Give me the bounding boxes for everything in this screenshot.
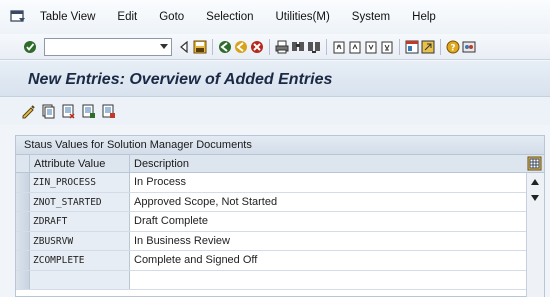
vertical-scrollbar[interactable] bbox=[526, 173, 544, 297]
description-cell[interactable]: Draft Complete bbox=[130, 212, 526, 231]
row-selector[interactable] bbox=[16, 192, 30, 211]
copy-as-icon[interactable] bbox=[40, 103, 56, 119]
cancel-icon[interactable] bbox=[249, 39, 265, 55]
svg-text:?: ? bbox=[450, 43, 455, 53]
attribute-value-cell[interactable] bbox=[30, 270, 130, 289]
table-area: Staus Values for Solution Manager Docume… bbox=[0, 125, 550, 297]
standard-toolbar: ? bbox=[0, 34, 550, 60]
column-header-description[interactable]: Description bbox=[130, 155, 526, 173]
help-icon[interactable]: ? bbox=[445, 39, 461, 55]
description-cell[interactable]: In Process bbox=[130, 173, 526, 192]
description-cell[interactable]: Approved Scope, Not Started bbox=[130, 193, 526, 212]
table-row: ZBUSRVW In Business Review bbox=[16, 231, 526, 251]
attribute-value-cell[interactable]: ZCOMPLETE bbox=[30, 251, 130, 270]
scroll-up-arrow-icon[interactable] bbox=[531, 179, 539, 185]
save-icon[interactable] bbox=[192, 39, 208, 55]
attribute-value-cell[interactable]: ZDRAFT bbox=[30, 212, 130, 231]
menu-goto[interactable]: Goto bbox=[159, 11, 184, 23]
toolbar-separator bbox=[399, 38, 400, 55]
chevron-down-icon[interactable] bbox=[160, 43, 168, 49]
first-page-icon[interactable] bbox=[331, 39, 347, 55]
table-control: Staus Values for Solution Manager Docume… bbox=[15, 135, 545, 297]
menu-help[interactable]: Help bbox=[412, 11, 436, 23]
table-row: ZIN_PROCESS In Process bbox=[16, 173, 526, 193]
description-cell[interactable] bbox=[130, 271, 526, 290]
enter-check-icon[interactable] bbox=[22, 39, 38, 55]
title-area: New Entries: Overview of Added Entries bbox=[0, 61, 550, 97]
table-row: ZNOT_STARTED Approved Scope, Not Started bbox=[16, 192, 526, 212]
application-toolbar bbox=[0, 97, 550, 125]
menu-bar: Table View Edit Goto Selection Utilities… bbox=[0, 0, 550, 34]
sap-menu-icon[interactable] bbox=[10, 10, 26, 24]
toolbar-separator bbox=[326, 38, 327, 55]
table-row: ZCOMPLETE Complete and Signed Off bbox=[16, 251, 526, 271]
menu-edit[interactable]: Edit bbox=[117, 11, 137, 23]
menu-table-view[interactable]: Table View bbox=[40, 11, 95, 23]
scroll-down-arrow-icon[interactable] bbox=[531, 195, 539, 201]
toolbar-separator bbox=[212, 38, 213, 55]
row-selector[interactable] bbox=[16, 251, 30, 270]
table-settings-icon[interactable] bbox=[527, 156, 542, 171]
find-next-icon[interactable] bbox=[306, 39, 322, 55]
command-field[interactable] bbox=[44, 37, 172, 56]
select-all-icon[interactable] bbox=[100, 103, 116, 119]
description-cell[interactable]: Complete and Signed Off bbox=[130, 251, 526, 270]
menu-system[interactable]: System bbox=[352, 11, 390, 23]
table-header: Attribute Value Description bbox=[16, 155, 544, 173]
find-icon[interactable] bbox=[290, 39, 306, 55]
table-row: ZDRAFT Draft Complete bbox=[16, 212, 526, 232]
attribute-value-cell[interactable]: ZIN_PROCESS bbox=[30, 173, 130, 192]
description-cell[interactable]: In Business Review bbox=[130, 232, 526, 251]
attribute-value-cell[interactable]: ZNOT_STARTED bbox=[30, 192, 130, 211]
page-title: New Entries: Overview of Added Entries bbox=[28, 71, 333, 88]
menu-utilities[interactable]: Utilities(M) bbox=[275, 11, 329, 23]
shortcut-icon[interactable] bbox=[420, 39, 436, 55]
customize-layout-icon[interactable] bbox=[461, 39, 477, 55]
display-change-icon[interactable] bbox=[20, 103, 36, 119]
row-selector[interactable] bbox=[16, 231, 30, 250]
attribute-value-cell[interactable]: ZBUSRVW bbox=[30, 231, 130, 250]
table-body: ZIN_PROCESS In Process ZNOT_STARTED Appr… bbox=[16, 173, 526, 290]
back-icon[interactable] bbox=[217, 39, 233, 55]
previous-page-icon[interactable] bbox=[347, 39, 363, 55]
new-session-icon[interactable] bbox=[404, 39, 420, 55]
table-row bbox=[16, 270, 526, 290]
table-caption: Staus Values for Solution Manager Docume… bbox=[16, 136, 544, 155]
menu-selection[interactable]: Selection bbox=[206, 11, 253, 23]
collapse-arrow-icon[interactable] bbox=[176, 39, 192, 55]
last-page-icon[interactable] bbox=[379, 39, 395, 55]
exit-icon[interactable] bbox=[233, 39, 249, 55]
column-header-attribute-value[interactable]: Attribute Value bbox=[30, 155, 130, 173]
print-icon[interactable] bbox=[274, 39, 290, 55]
row-selector[interactable] bbox=[16, 212, 30, 231]
delete-icon[interactable] bbox=[60, 103, 76, 119]
next-page-icon[interactable] bbox=[363, 39, 379, 55]
select-all-rows-button[interactable] bbox=[16, 155, 30, 173]
toolbar-separator bbox=[440, 38, 441, 55]
row-selector[interactable] bbox=[16, 270, 30, 289]
undo-change-icon[interactable] bbox=[80, 103, 96, 119]
toolbar-separator bbox=[269, 38, 270, 55]
row-selector[interactable] bbox=[16, 173, 30, 192]
